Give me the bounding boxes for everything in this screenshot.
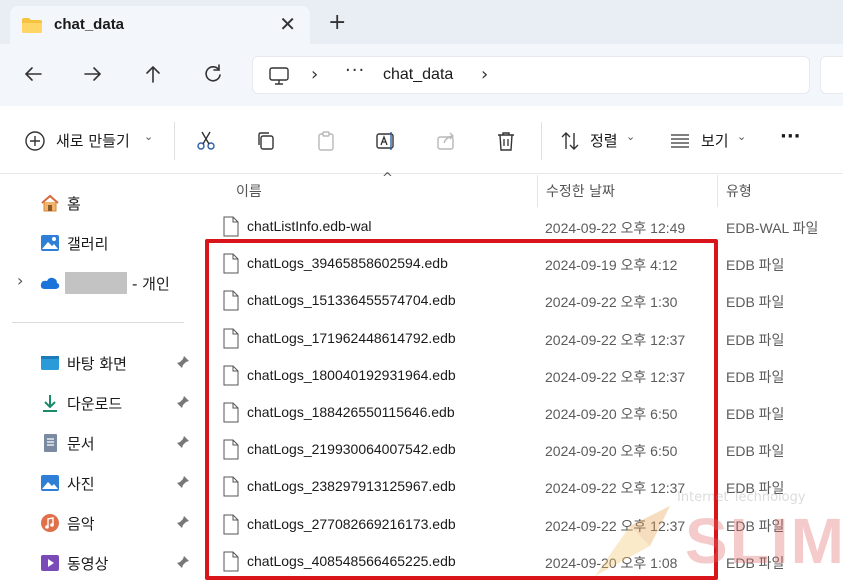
file-date: 2024-09-22 오후 12:49: [545, 220, 686, 236]
chevron-down-icon[interactable]: ⌄: [737, 130, 746, 143]
new-tab-button[interactable]: +: [328, 12, 346, 34]
pin-icon[interactable]: [176, 555, 190, 569]
new-icon[interactable]: [24, 130, 46, 152]
pin-icon[interactable]: [176, 395, 190, 409]
divider: [174, 122, 175, 160]
column-header-type[interactable]: 유형: [726, 181, 752, 201]
view-button[interactable]: 보기: [701, 130, 729, 151]
share-icon[interactable]: [435, 130, 457, 152]
sidebar-item-label: 동영상: [67, 555, 109, 573]
rocket-logo-icon: [595, 506, 670, 576]
pin-icon[interactable]: [176, 435, 190, 449]
folder-icon: [22, 18, 42, 33]
column-header-date[interactable]: 수정한 날짜: [546, 181, 615, 201]
divider: [541, 122, 542, 160]
breadcrumb-chat-data[interactable]: chat_data: [383, 66, 453, 84]
tab-title: chat_data: [54, 16, 125, 33]
sidebar-item-home[interactable]: 홈: [0, 185, 198, 219]
file-type: EDB-WAL 파일: [726, 220, 819, 236]
column-headers: ^ 이름 수정한 날짜 유형: [198, 171, 843, 207]
more-options-button[interactable]: ···: [780, 126, 801, 147]
delete-icon[interactable]: [495, 130, 517, 152]
sidebar-item-label: 갤러리: [67, 235, 109, 253]
file-type: EDB 파일: [726, 368, 785, 385]
column-divider[interactable]: [717, 175, 718, 207]
sidebar-item-gallery[interactable]: 갤러리: [0, 225, 198, 259]
new-button[interactable]: 새로 만들기: [56, 130, 130, 151]
file-type: EDB 파일: [726, 294, 785, 311]
divider: [12, 322, 184, 323]
sidebar-item-desktop[interactable]: 바탕 화면: [0, 345, 198, 379]
paste-icon[interactable]: [315, 130, 337, 152]
breadcrumb-overflow[interactable]: ···: [345, 60, 365, 81]
sidebar-item-onedrive[interactable]: › - 개인: [0, 265, 198, 299]
music-icon: [41, 514, 59, 532]
pin-icon[interactable]: [176, 475, 190, 489]
video-icon: [41, 555, 59, 571]
sort-button[interactable]: 정렬: [590, 130, 618, 151]
file-type: EDB 파일: [726, 406, 785, 422]
view-icon[interactable]: [669, 130, 691, 152]
refresh-icon[interactable]: [201, 62, 225, 86]
sidebar-item-label: - 개인: [132, 275, 170, 293]
address-bar[interactable]: › ··· chat_data ›: [252, 56, 810, 94]
file-type: EDB 파일: [726, 331, 785, 348]
gallery-icon: [41, 235, 59, 251]
forward-icon[interactable]: [81, 62, 105, 86]
pictures-icon: [41, 475, 59, 491]
navigation-bar: › ··· chat_data ›: [0, 44, 843, 106]
breadcrumb-chevron-icon[interactable]: ›: [481, 64, 488, 85]
sidebar-item-downloads[interactable]: 다운로드: [0, 385, 198, 419]
watermark: Internet Technology SLIM: [585, 476, 843, 586]
rename-icon[interactable]: [375, 130, 397, 152]
search-input[interactable]: [820, 56, 843, 94]
sort-caret-icon: ^: [382, 171, 393, 186]
sidebar-item-pictures[interactable]: 사진: [0, 465, 198, 499]
sidebar-item-label: 다운로드: [67, 395, 123, 413]
computer-icon: [269, 67, 289, 85]
tab-chat-data[interactable]: chat_data ✕: [10, 6, 310, 44]
sidebar-item-documents[interactable]: 문서: [0, 425, 198, 459]
pin-icon[interactable]: [176, 515, 190, 529]
watermark-tagline: Internet Technology: [677, 490, 806, 505]
command-bar: 새로 만들기 ⌄ 정렬 ⌄ 보기 ⌄ ···: [0, 106, 843, 174]
sidebar-item-label: 바탕 화면: [67, 355, 127, 373]
chevron-down-icon[interactable]: ⌄: [626, 130, 635, 143]
tab-strip: chat_data ✕ +: [0, 0, 843, 44]
document-icon: [44, 434, 57, 452]
sidebar-item-label: 문서: [67, 435, 95, 453]
cloud-icon: [40, 277, 60, 289]
cut-icon[interactable]: [195, 130, 217, 152]
desktop-icon: [41, 356, 59, 370]
sidebar-item-music[interactable]: 음악: [0, 505, 198, 539]
file-type: EDB 파일: [726, 443, 785, 460]
file-type: EDB 파일: [726, 257, 785, 274]
redacted-account-name: [65, 272, 127, 294]
chevron-down-icon[interactable]: ⌄: [144, 130, 153, 143]
navigation-pane: 홈 갤러리 › - 개인 바탕 화면 다운로드 문서 사진 음악 동영상: [0, 175, 198, 586]
watermark-brand: SLIM: [685, 505, 843, 577]
download-icon: [43, 395, 57, 412]
sidebar-item-label: 음악: [67, 515, 95, 533]
file-name: chatListInfo.edb-wal: [247, 218, 372, 234]
sort-icon[interactable]: [559, 130, 581, 152]
sidebar-item-videos[interactable]: 동영상: [0, 545, 198, 579]
sidebar-item-label: 홈: [67, 195, 81, 213]
sidebar-item-label: 사진: [67, 475, 95, 493]
column-header-name[interactable]: 이름: [236, 181, 262, 201]
file-icon: [223, 216, 239, 237]
home-icon: [41, 194, 59, 212]
expand-chevron-icon[interactable]: ›: [17, 271, 23, 290]
copy-icon[interactable]: [255, 130, 277, 152]
up-icon[interactable]: [141, 62, 165, 86]
pin-icon[interactable]: [176, 355, 190, 369]
back-icon[interactable]: [21, 62, 45, 86]
breadcrumb-chevron-icon[interactable]: ›: [311, 64, 318, 85]
close-tab-icon[interactable]: ✕: [279, 14, 296, 34]
column-divider[interactable]: [537, 175, 538, 207]
